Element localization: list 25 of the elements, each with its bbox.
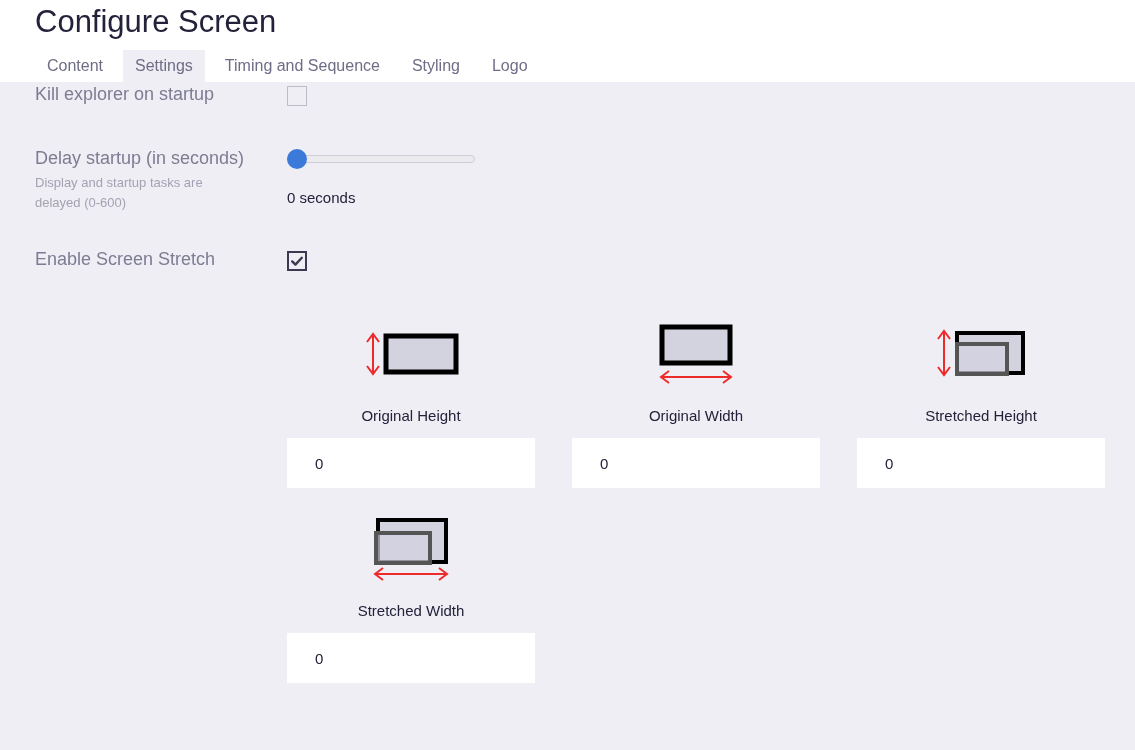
resize-width-icon bbox=[658, 323, 734, 385]
setting-label: Kill explorer on startup bbox=[35, 84, 216, 105]
setting-label: Delay startup (in seconds) bbox=[35, 148, 246, 169]
input-field[interactable]: 0 bbox=[287, 633, 535, 683]
field-label: Stretched Width bbox=[357, 602, 465, 619]
tab[interactable]: Settings bbox=[123, 50, 205, 82]
field-label: Original Height bbox=[361, 407, 461, 424]
setting-hint: Display and startup tasks are delayed (0-600) bbox=[35, 174, 204, 212]
slider[interactable] bbox=[287, 149, 475, 169]
slider-reading: 0 seconds bbox=[287, 189, 357, 206]
tab[interactable]: Logo bbox=[479, 50, 540, 82]
input-field[interactable]: 0 bbox=[572, 438, 820, 488]
checkbox[interactable] bbox=[287, 251, 307, 271]
setting-label: Enable Screen Stretch bbox=[35, 249, 217, 270]
field-label: Original Width bbox=[648, 407, 744, 424]
stretch-height-icon bbox=[935, 329, 1027, 379]
input-field[interactable]: 0 bbox=[287, 438, 535, 488]
tab[interactable]: Styling bbox=[399, 50, 472, 82]
checkbox[interactable] bbox=[287, 86, 307, 106]
page-title: Configure Screen bbox=[34, 3, 278, 41]
input-field[interactable]: 0 bbox=[857, 438, 1105, 488]
stretch-width-icon bbox=[372, 516, 450, 582]
tab[interactable]: Content bbox=[35, 50, 116, 82]
field-label: Stretched Height bbox=[925, 407, 1037, 424]
tab[interactable]: Timing and Sequence bbox=[212, 50, 392, 82]
